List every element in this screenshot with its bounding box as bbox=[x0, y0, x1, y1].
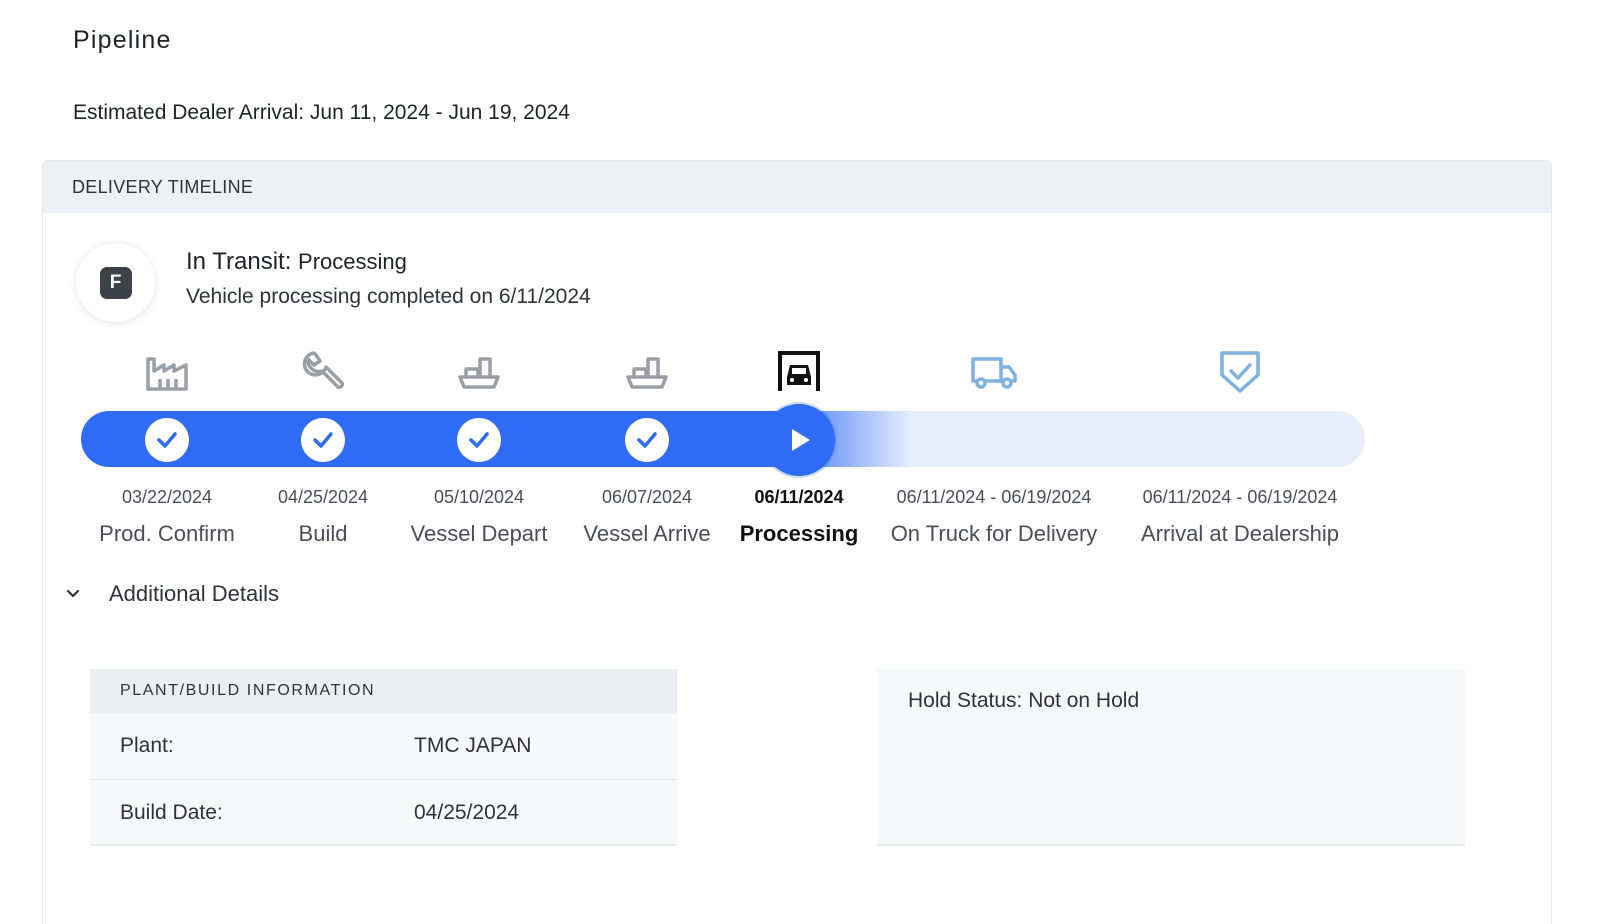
plant-build-info-header: PLANT/BUILD INFORMATION bbox=[90, 669, 677, 713]
shield-check-icon bbox=[1215, 347, 1265, 395]
stage-name: Prod. Confirm bbox=[99, 521, 235, 546]
truck-icon bbox=[969, 347, 1019, 395]
delivery-timeline-card: DELIVERY TIMELINE F In Transit: Processi… bbox=[42, 160, 1552, 924]
wrench-icon bbox=[298, 347, 348, 395]
stage-name-current: Processing bbox=[739, 521, 859, 546]
build-date-label: Build Date: bbox=[120, 800, 223, 824]
build-date-row: Build Date: 04/25/2024 bbox=[90, 779, 677, 845]
plant-build-info-panel: PLANT/BUILD INFORMATION Plant: TMC JAPAN… bbox=[90, 669, 677, 846]
chevron-down-icon bbox=[66, 589, 80, 598]
stage-date: 04/25/2024 bbox=[277, 487, 369, 507]
stage-date: 06/11/2024 - 06/19/2024 bbox=[896, 487, 1092, 507]
stage-name: Vessel Arrive bbox=[583, 521, 711, 546]
status-title: In Transit: Processing bbox=[186, 248, 407, 276]
hold-status-text: Hold Status: Not on Hold bbox=[908, 689, 1140, 712]
status-value: Processing bbox=[298, 249, 407, 274]
stage-date-current: 06/11/2024 bbox=[754, 487, 844, 507]
status-badge: F bbox=[99, 266, 132, 299]
stage-name: Arrival at Dealership bbox=[1140, 521, 1340, 546]
plant-row: Plant: TMC JAPAN bbox=[90, 713, 677, 779]
stage-name: Build bbox=[298, 521, 348, 546]
car-garage-icon bbox=[774, 347, 824, 395]
status-avatar: F bbox=[76, 243, 155, 322]
stage-date: 05/10/2024 bbox=[433, 487, 525, 507]
hold-status-panel: Hold Status: Not on Hold bbox=[877, 669, 1465, 846]
check-icon bbox=[457, 418, 501, 462]
build-date-value: 04/25/2024 bbox=[414, 800, 520, 824]
page-title: Pipeline bbox=[73, 26, 172, 54]
stage-name: On Truck for Delivery bbox=[890, 521, 1098, 546]
estimated-arrival: Estimated Dealer Arrival: Jun 11, 2024 -… bbox=[73, 101, 570, 124]
stage-date: 06/11/2024 - 06/19/2024 bbox=[1142, 487, 1338, 507]
check-icon bbox=[301, 418, 345, 462]
status-label: In Transit: bbox=[186, 248, 292, 275]
additional-details-toggle[interactable]: Additional Details bbox=[65, 581, 279, 607]
delivery-timeline-header: DELIVERY TIMELINE bbox=[43, 161, 1551, 213]
stage-date: 06/07/2024 bbox=[601, 487, 693, 507]
check-icon bbox=[625, 418, 669, 462]
delivery-timeline-title: DELIVERY TIMELINE bbox=[72, 176, 254, 197]
stage-name: Vessel Depart bbox=[410, 521, 548, 546]
play-icon bbox=[763, 404, 835, 476]
factory-icon bbox=[142, 347, 192, 395]
additional-details-label: Additional Details bbox=[109, 581, 279, 606]
stage-date: 03/22/2024 bbox=[121, 487, 213, 507]
plant-value: TMC JAPAN bbox=[414, 734, 532, 757]
progress-track bbox=[81, 411, 1365, 467]
ship-icon bbox=[622, 347, 672, 395]
check-icon bbox=[145, 418, 189, 462]
plant-label: Plant: bbox=[120, 734, 174, 757]
status-subtitle: Vehicle processing completed on 6/11/202… bbox=[186, 285, 591, 308]
ship-icon bbox=[454, 347, 504, 395]
